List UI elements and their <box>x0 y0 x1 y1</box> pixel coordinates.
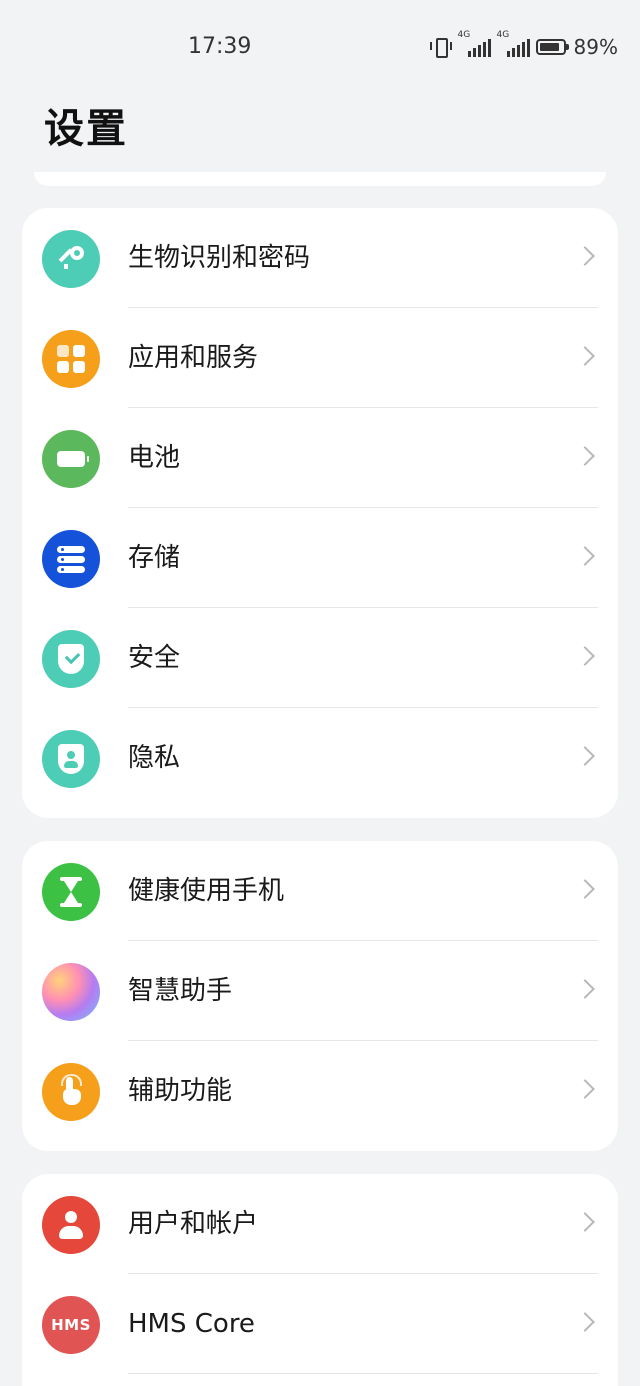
chevron-right-icon <box>575 446 595 466</box>
settings-item-label: 用户和帐户 <box>128 1209 259 1239</box>
settings-screen: 17:39 4G 4G 89% 设置 生物识别和密码 应用和服务 电池 存储 安… <box>0 0 640 1386</box>
signal-icon-sim1: 4G <box>458 31 491 57</box>
settings-item-assistant[interactable]: 智慧助手 <box>22 941 618 1041</box>
status-icons: 4G 4G 89% <box>429 31 618 60</box>
chevron-right-icon <box>575 246 595 266</box>
chevron-right-icon <box>575 879 595 899</box>
settings-item-label: 健康使用手机 <box>128 876 285 906</box>
settings-item-users-accounts[interactable]: 用户和帐户 <box>22 1174 618 1274</box>
battery-icon <box>42 430 100 488</box>
settings-item-label: 电池 <box>128 443 181 473</box>
signal-icon-sim2: 4G <box>497 31 530 57</box>
settings-item-label: 应用和服务 <box>128 343 259 373</box>
user-icon <box>42 1196 100 1254</box>
chevron-right-icon <box>575 346 595 366</box>
settings-item-security[interactable]: 安全 <box>22 608 618 708</box>
shield-check-icon <box>42 630 100 688</box>
apps-grid-icon <box>42 330 100 388</box>
divider <box>128 1373 598 1374</box>
status-time: 17:39 <box>188 34 252 59</box>
page-title: 设置 <box>44 106 128 152</box>
settings-item-label: 存储 <box>128 543 181 573</box>
settings-item-storage[interactable]: 存储 <box>22 508 618 608</box>
chevron-right-icon <box>575 1079 595 1099</box>
settings-group-2: 健康使用手机 智慧助手 辅助功能 <box>22 841 618 1151</box>
settings-item-label: HMS Core <box>128 1309 255 1339</box>
settings-item-hms-core[interactable]: HMS HMS Core <box>22 1274 618 1374</box>
hms-core-icon: HMS <box>42 1296 100 1354</box>
settings-item-privacy[interactable]: 隐私 <box>22 708 618 808</box>
chevron-right-icon <box>575 1312 595 1332</box>
settings-item-label: 辅助功能 <box>128 1076 233 1106</box>
key-icon <box>42 230 100 288</box>
settings-group-3: 用户和帐户 HMS HMS Core <box>22 1174 618 1386</box>
storage-icon <box>42 530 100 588</box>
settings-item-label: 智慧助手 <box>128 976 233 1006</box>
settings-item-apps-services[interactable]: 应用和服务 <box>22 308 618 408</box>
hourglass-icon <box>42 863 100 921</box>
settings-item-label: 生物识别和密码 <box>128 243 311 273</box>
settings-group-1: 生物识别和密码 应用和服务 电池 存储 安全 隐私 <box>22 208 618 818</box>
settings-item-battery[interactable]: 电池 <box>22 408 618 508</box>
settings-item-digital-balance[interactable]: 健康使用手机 <box>22 841 618 941</box>
accessibility-hand-icon <box>42 1063 100 1121</box>
previous-card-peek <box>34 172 606 186</box>
chevron-right-icon <box>575 979 595 999</box>
vibrate-icon <box>429 36 452 58</box>
privacy-shield-icon <box>42 730 100 788</box>
chevron-right-icon <box>575 746 595 766</box>
settings-item-label: 隐私 <box>128 743 181 773</box>
battery-percent: 89% <box>573 35 618 59</box>
settings-item-label: 安全 <box>128 643 181 673</box>
settings-item-accessibility[interactable]: 辅助功能 <box>22 1041 618 1141</box>
chevron-right-icon <box>575 546 595 566</box>
status-bar: 17:39 4G 4G 89% <box>0 0 640 92</box>
celia-assistant-icon <box>42 963 100 1021</box>
chevron-right-icon <box>575 646 595 666</box>
settings-item-biometrics-password[interactable]: 生物识别和密码 <box>22 208 618 308</box>
battery-status-icon <box>535 39 569 55</box>
chevron-right-icon <box>575 1212 595 1232</box>
